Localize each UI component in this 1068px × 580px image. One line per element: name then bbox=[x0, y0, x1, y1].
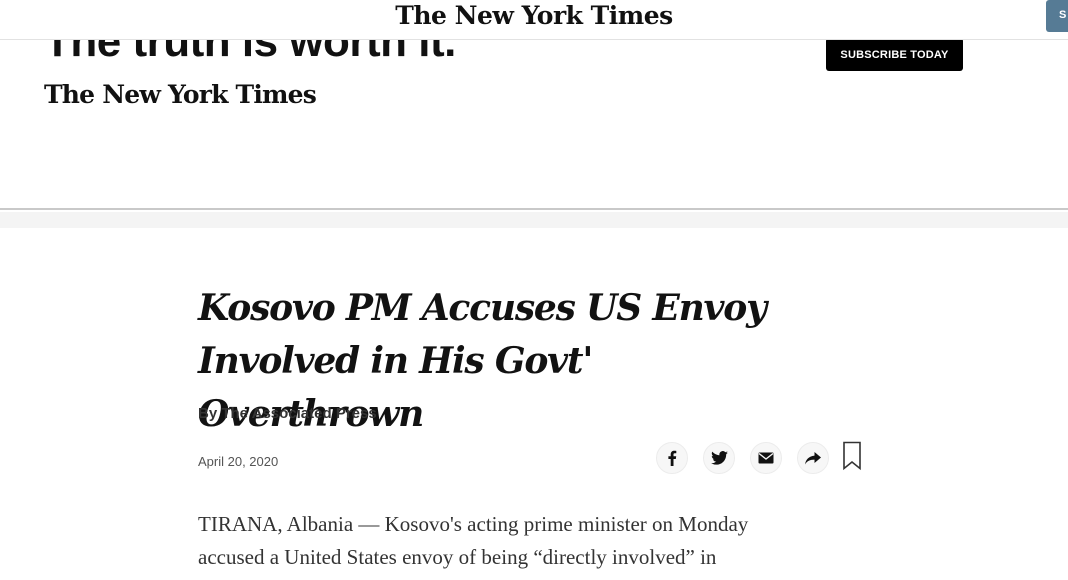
facebook-icon bbox=[667, 450, 677, 466]
email-icon bbox=[758, 452, 774, 464]
bookmark-icon bbox=[842, 441, 862, 476]
nyt-logo[interactable]: The New York Times bbox=[0, 1, 1068, 30]
ad-divider bbox=[0, 212, 1068, 228]
share-more-button[interactable] bbox=[797, 442, 829, 474]
subscribe-today-button[interactable]: SUBSCRIBE TODAY bbox=[826, 38, 963, 71]
article-byline: By The Associated Press bbox=[198, 405, 377, 422]
top-subscribe-button[interactable]: S bbox=[1046, 0, 1068, 32]
article-date: April 20, 2020 bbox=[198, 454, 279, 469]
share-icon bbox=[805, 451, 821, 465]
headline-line-1: Kosovo PM Accuses US Envoy bbox=[198, 287, 767, 329]
article-body: TIRANA, Albania — Kosovo's acting prime … bbox=[198, 508, 838, 574]
share-twitter-button[interactable] bbox=[703, 442, 735, 474]
ad-nyt-logo: The New York Times bbox=[44, 80, 317, 109]
share-facebook-button[interactable] bbox=[656, 442, 688, 474]
body-line-2: accused a United States envoy of being “… bbox=[198, 545, 717, 569]
twitter-icon bbox=[710, 451, 728, 465]
share-toolbar bbox=[656, 441, 863, 476]
top-bar: The New York Times S bbox=[0, 0, 1068, 40]
share-email-button[interactable] bbox=[750, 442, 782, 474]
body-line-1: TIRANA, Albania — Kosovo's acting prime … bbox=[198, 512, 749, 536]
bookmark-button[interactable] bbox=[841, 441, 863, 476]
